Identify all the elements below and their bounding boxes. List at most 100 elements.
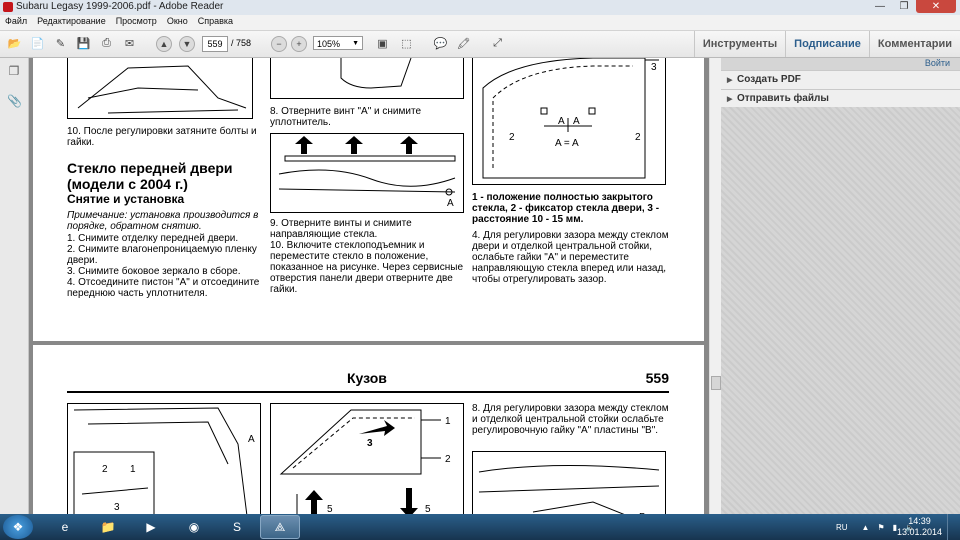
print-icon[interactable]: ⎙ (98, 35, 115, 52)
center-pillar-drawing (478, 464, 660, 514)
menu-window[interactable]: Окно (162, 15, 193, 26)
step-8-text: 8. Отверните винт "А" и снимите уплотнит… (270, 106, 422, 128)
maximize-button[interactable]: ❐ (892, 0, 916, 13)
figure-door-interior: A 2 1 3 (67, 403, 261, 514)
taskbar: ❖ e 📁 ▶ ◉ S ⟁ RU ▲ ⚑ ▮ 🔈 14:39 13.01.201… (0, 514, 960, 540)
show-hidden-icons[interactable]: ▲ (862, 523, 870, 532)
vertical-scrollbar[interactable] (709, 58, 721, 514)
skype-icon[interactable]: S (217, 515, 257, 539)
diagram-label-2b: 2 (635, 132, 641, 143)
menu-bar: Файл Редактирование Просмотр Окно Справка (0, 15, 960, 31)
create-pdf-row[interactable]: ▶ Создать PDF (721, 70, 960, 89)
glass-position-drawing (482, 58, 659, 179)
tools-panel: Войти ▶ Создать PDF ▶ Отправить файлы (721, 58, 960, 514)
menu-help[interactable]: Справка (193, 15, 238, 26)
diagram-label-2: 2 (509, 132, 515, 143)
fullscreen-icon[interactable]: ⤢ (489, 35, 506, 52)
page-number-input[interactable]: 559 (202, 36, 228, 52)
send-files-row[interactable]: ▶ Отправить файлы (721, 89, 960, 108)
open-icon[interactable]: 📂 (6, 35, 23, 52)
window-controls: — ❐ ✕ (868, 0, 956, 14)
diagram-label-2: 2 (445, 454, 451, 465)
prev-page-icon[interactable]: ▲ (156, 36, 172, 52)
chrome-icon[interactable]: ◉ (174, 515, 214, 539)
document-view[interactable]: 10. После регулировки затяните болты и г… (29, 58, 709, 514)
diagram-label-a: A (248, 434, 255, 445)
send-files-label: Отправить файлы (737, 93, 829, 104)
clock-time: 14:39 (908, 516, 931, 526)
fit-page-icon[interactable]: ▣ (374, 35, 391, 52)
figure-seal (270, 58, 464, 99)
figure-glass-guides: A (270, 133, 464, 213)
glass-guides-drawing (278, 136, 456, 196)
note-text: Примечание: установка производится в пор… (67, 210, 259, 232)
figure-caption: 1 - положение полностью закрытого стекла… (472, 192, 660, 225)
scrollbar-thumb[interactable] (711, 376, 721, 390)
comments-link[interactable]: Комментарии (868, 31, 960, 57)
clock-date: 13.01.2014 (896, 527, 942, 537)
navigation-pane: ❐ 📎 (0, 58, 29, 514)
step-9-text: 9. Отверните винты и снимите направляющи… (270, 218, 412, 240)
glass-adjust-drawing (279, 409, 441, 514)
minimize-button[interactable]: — (868, 0, 892, 13)
clock[interactable]: 14:39 13.01.2014 (897, 516, 942, 538)
page-thumbnails-icon[interactable]: ❐ (7, 64, 21, 78)
create-pdf-label: Создать PDF (737, 74, 801, 85)
chevron-down-icon: ▼ (352, 40, 359, 47)
diagram-label-1: 1 (445, 416, 451, 427)
section-heading: Стекло передней двери (модели с 2004 г.) (67, 160, 233, 192)
menu-file[interactable]: Файл (0, 15, 32, 26)
diagram-label-3: 3 (651, 62, 657, 73)
title-bar: Subaru Legasy 1999-2006.pdf - Adobe Read… (0, 0, 960, 16)
diagram-label-1: 1 (130, 464, 136, 475)
attachments-icon[interactable]: 📎 (7, 94, 22, 108)
ie-icon[interactable]: e (45, 515, 85, 539)
steps-list: 1. Снимите отделку передней двери. 2. Сн… (67, 233, 263, 299)
step-item: 3. Снимите боковое зеркало в сборе. (67, 266, 241, 277)
sign-in-link[interactable]: Войти (925, 58, 950, 68)
seal-drawing (340, 58, 412, 89)
door-interior-drawing (73, 407, 248, 514)
diagram-label-5b: 5 (425, 504, 431, 514)
zoom-out-icon[interactable]: − (271, 36, 287, 52)
step-10-text: 10. После регулировки затяните болты и г… (67, 126, 257, 148)
fit-width-icon[interactable]: ⬚ (398, 35, 415, 52)
zoom-value: 105% (317, 39, 341, 49)
show-desktop-button[interactable] (947, 514, 960, 540)
step-item: 1. Снимите отделку передней двери. (67, 233, 239, 244)
start-button[interactable]: ❖ (3, 515, 33, 539)
email-icon[interactable]: ✉ (121, 35, 138, 52)
step-4-text: 4. Для регулировки зазора между стеклом … (472, 230, 669, 285)
comment-icon[interactable]: 💬 (432, 35, 449, 52)
zoom-in-icon[interactable]: + (291, 36, 307, 52)
media-player-icon[interactable]: ▶ (131, 515, 171, 539)
sign-link[interactable]: Подписание (785, 31, 869, 57)
edit-icon[interactable]: ✎ (52, 35, 69, 52)
window-title: Subaru Legasy 1999-2006.pdf - Adobe Read… (16, 1, 224, 12)
figure-center-pillar: B (472, 451, 666, 514)
tools-link[interactable]: Инструменты (693, 31, 785, 57)
create-pdf-icon[interactable]: 📄 (29, 35, 46, 52)
pdf-page-559: Кузов 559 A 2 1 3 1 2 3 5 5 8. Для регул… (33, 345, 704, 514)
diagram-label-3: 3 (114, 502, 120, 513)
zoom-select[interactable]: 105% ▼ (313, 36, 363, 50)
close-button[interactable]: ✕ (916, 0, 956, 13)
step-item: 2. Снимите влагонепроницаемую пленку две… (67, 244, 257, 266)
diagram-label-equal: A = A (555, 138, 579, 149)
next-page-icon[interactable]: ▼ (179, 36, 195, 52)
figure-glass-adjust: 1 2 3 5 5 (270, 403, 464, 514)
flag-icon[interactable]: ⚑ (877, 523, 884, 532)
step-8b-text: 8. Для регулировки зазора между стеклом … (472, 403, 669, 436)
page-number: 559 (645, 370, 669, 386)
step-10b-text: 10. Включите стеклоподъемник и перемести… (270, 240, 464, 295)
diagram-label-a2: A (573, 116, 580, 127)
page-total: / 758 (231, 38, 252, 48)
step-item: 4. Отсоедините пистон "А" и отсоедините … (67, 277, 260, 299)
explorer-icon[interactable]: 📁 (88, 515, 128, 539)
menu-view[interactable]: Просмотр (111, 15, 162, 26)
highlight-icon[interactable]: 🖍 (455, 35, 472, 52)
menu-edit[interactable]: Редактирование (32, 15, 111, 26)
save-icon[interactable]: 💾 (75, 35, 92, 52)
adobe-reader-taskbar-icon[interactable]: ⟁ (260, 515, 300, 539)
language-indicator[interactable]: RU (836, 523, 848, 532)
